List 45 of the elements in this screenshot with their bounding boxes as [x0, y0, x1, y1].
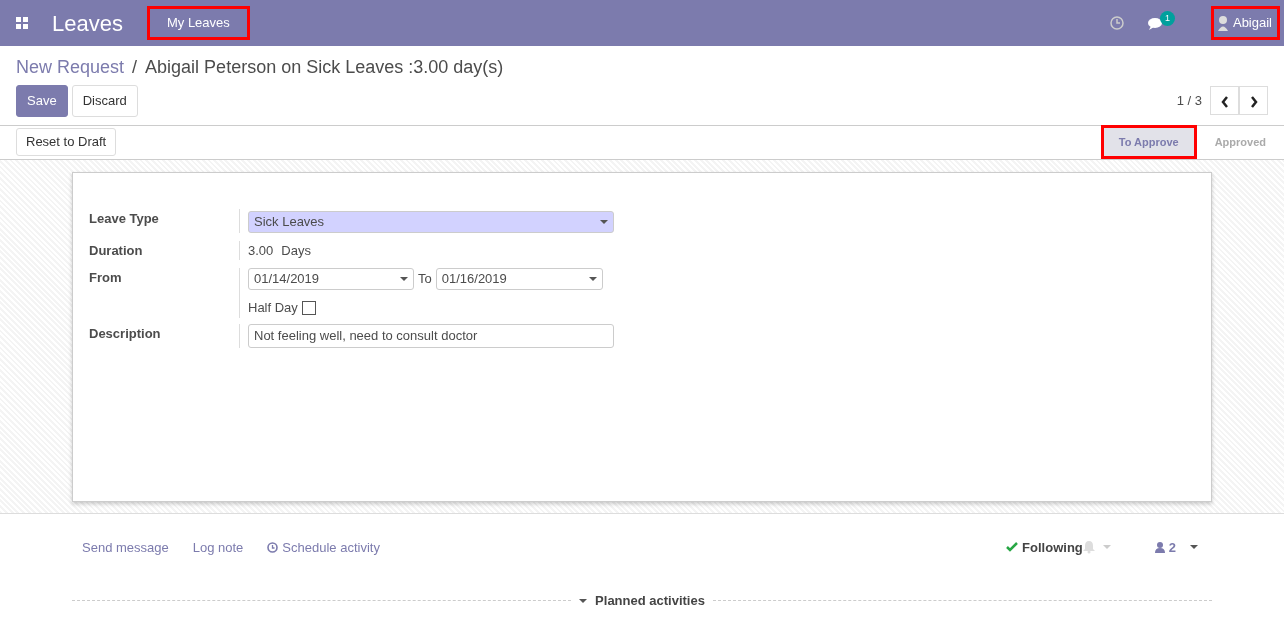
save-button[interactable]: Save [16, 85, 68, 117]
message-count-badge: 1 [1159, 10, 1175, 26]
following-button[interactable]: Following [1006, 537, 1083, 557]
check-icon [1006, 542, 1019, 553]
chevron-left-icon [1220, 95, 1229, 108]
followers-button[interactable]: 2 [1154, 537, 1176, 557]
checkbox-label: Half Day [248, 299, 298, 317]
date-field[interactable]: 01/16/2019 [435, 268, 603, 290]
leave-type-select[interactable]: Sick Leaves [248, 210, 614, 233]
status-stage[interactable]: To Approve [1100, 125, 1197, 159]
person-icon [1154, 541, 1165, 553]
avatar-icon [1216, 15, 1229, 31]
record-title: Abigail Peterson on Sick Leaves :3.00 day(s) [145, 56, 504, 79]
duration-unit: Days [281, 241, 311, 260]
field-label: From [89, 269, 123, 287]
breadcrumb-separator: / [132, 56, 138, 79]
menu-item[interactable]: My Leaves [146, 6, 250, 40]
reset-to-draft-button[interactable]: Reset to Draft [16, 128, 117, 156]
field-label: Duration [89, 241, 144, 260]
discard-button[interactable]: Discard [71, 85, 138, 117]
next-button[interactable] [1239, 86, 1268, 116]
app-title: Leaves [52, 9, 123, 38]
clock-icon[interactable] [1109, 16, 1124, 30]
chat-icon[interactable] [1147, 16, 1163, 30]
checkbox[interactable] [301, 300, 316, 315]
send-message-link[interactable]: Send message [82, 537, 169, 557]
chevron-right-icon [1249, 95, 1258, 108]
schedule-activity-link[interactable]: Schedule activity [267, 537, 380, 557]
caret-icon [579, 598, 588, 603]
status-stage[interactable]: Approved [1196, 125, 1284, 159]
previous-button[interactable] [1210, 86, 1239, 116]
clock-icon [267, 541, 279, 553]
field-label: To [418, 270, 432, 289]
caret-icon[interactable] [1190, 545, 1198, 550]
field-label: Leave Type [89, 209, 160, 228]
date-field[interactable]: 01/14/2019 [248, 268, 414, 290]
planned-activities-toggle[interactable]: Planned activities [579, 591, 705, 611]
log-note-link[interactable]: Log note [192, 537, 244, 557]
breadcrumb-link[interactable]: New Request [16, 54, 125, 81]
duration-value: 3.00 [248, 241, 274, 260]
description-field[interactable]: Not feeling well, need to consult doctor [248, 323, 614, 348]
user-menu[interactable]: Abigail [1210, 6, 1280, 40]
field-label: Description [89, 324, 162, 343]
apps-menu-icon[interactable] [16, 17, 28, 29]
pager-counter: 1 / 3 [1176, 92, 1202, 110]
